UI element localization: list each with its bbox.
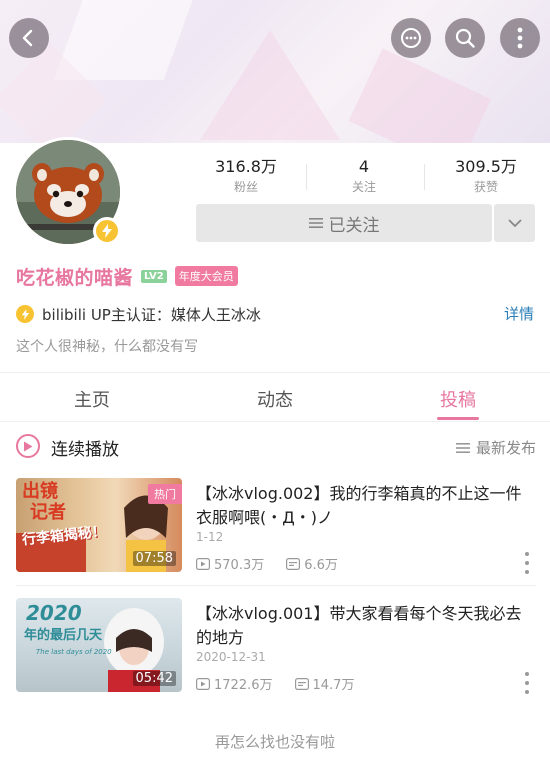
video-stats: 570.3万 6.6万 [196,554,360,573]
video-item[interactable]: 2020 年的最后几天 The last days of 2020 05:42 … [0,598,550,708]
profile-bio: 这个人很神秘，什么都没有写 [16,339,198,355]
fans-label: 粉丝 [233,180,258,194]
fans-count: 316.8万 [215,157,277,176]
stat-divider [306,164,307,190]
certification-row: bilibili UP主认证：媒体人王冰冰 详情 [16,303,536,325]
more-dot-icon [525,681,529,685]
certification-icon [16,305,34,323]
video-duration: 05:42 [132,671,176,686]
more-dot-icon [525,561,529,565]
more-button[interactable] [500,18,540,58]
danmaku-count: 14.7万 [312,678,355,693]
sort-label: 最新发布 [475,439,536,457]
certification-text: bilibili UP主认证：媒体人王冰冰 [42,305,261,324]
profile-stats: 316.8万 粉丝 4 关注 309.5万 获赞 [196,158,536,198]
fans-stat[interactable]: 316.8万 粉丝 [196,158,296,195]
profile-name: 吃花椒的喵酱 [16,266,134,289]
divider [16,585,536,586]
up-certified-badge [93,217,121,245]
video-date: 2020-12-31 [196,650,266,664]
video-more-button[interactable] [524,672,530,694]
thumbnail-text: 年的最后几天 [24,628,103,643]
more-vertical-icon [517,27,523,49]
continuous-play-label[interactable]: 连续播放 [51,435,119,460]
play-count-icon [196,677,210,690]
hot-badge: 热门 [148,484,182,504]
danmaku-icon [294,677,309,690]
profile-tabs: 主页 动态 投稿 [0,380,550,420]
search-icon [455,28,475,48]
views-count: 1722.6万 [214,678,273,693]
avatar[interactable] [13,137,123,247]
vip-badge[interactable]: 年度大会员 [174,266,238,286]
thumbnail-text: 出镜 [22,481,58,502]
play-icon [24,441,33,451]
banner-decoration [200,30,340,140]
video-item[interactable]: 出镜 记者 行李箱揭秘！ 热门 07:58 【冰冰vlog.002】我的行李箱真… [0,478,550,588]
lightning-icon [102,224,112,238]
video-thumbnail[interactable]: 出镜 记者 行李箱揭秘！ 热门 07:58 [16,478,182,572]
message-button[interactable] [391,18,431,58]
danmaku-stat: 14.7万 [294,674,355,693]
more-dot-icon [525,552,529,556]
likes-stat[interactable]: 309.5万 获赞 [436,158,536,195]
views-stat: 570.3万 [196,554,264,573]
following-stat[interactable]: 4 关注 [314,158,414,195]
follow-dropdown-button[interactable] [494,204,535,242]
thumbnail-text: 记者 [30,502,66,523]
profile-name-row: 吃花椒的喵酱 LV2 年度大会员 [16,262,238,290]
following-count: 4 [358,157,370,176]
sort-icon [455,442,470,453]
danmaku-icon [286,557,301,570]
back-button[interactable] [9,18,49,58]
likes-label: 获赞 [473,180,498,194]
stat-divider [424,164,425,190]
divider [0,421,550,422]
play-count-icon [196,557,210,570]
video-duration: 07:58 [132,551,176,566]
followed-button[interactable]: 已关注 [196,204,492,242]
play-all-button[interactable] [16,434,40,458]
banner-decoration [348,48,492,143]
active-tab-indicator [437,417,479,420]
followed-button-label: 已关注 [328,215,380,236]
tab-home[interactable]: 主页 [32,386,152,412]
menu-lines-icon [308,218,323,228]
video-more-button[interactable] [524,552,530,574]
views-count: 570.3万 [214,558,265,573]
message-dots-icon [401,28,421,48]
thumbnail-text: 2020 [26,601,82,625]
video-title[interactable]: 【冰冰vlog.001】带大家看看每个冬天我必去的地方 [196,602,530,650]
back-arrow-icon [22,29,33,47]
more-dot-icon [525,690,529,694]
danmaku-stat: 6.6万 [286,554,338,573]
detail-link[interactable]: 详情 [504,303,534,324]
views-stat: 1722.6万 [196,674,273,693]
divider [0,372,550,373]
likes-count: 309.5万 [455,157,517,176]
thumbnail-text: The last days of 2020 [36,648,112,656]
playlist-bar: 连续播放 最新发布 [0,425,550,469]
video-title[interactable]: 【冰冰vlog.002】我的行李箱真的不止这一件衣服啊喂(・Д・)ノ [196,482,530,530]
video-stats: 1722.6万 14.7万 [196,674,376,693]
sort-button[interactable]: 最新发布 [455,437,536,458]
video-date: 1-12 [196,530,224,544]
video-thumbnail[interactable]: 2020 年的最后几天 The last days of 2020 05:42 [16,598,182,692]
search-button[interactable] [445,18,485,58]
danmaku-count: 6.6万 [304,558,338,573]
lightning-icon [21,308,29,320]
tab-dynamic[interactable]: 动态 [215,386,335,412]
tab-posts[interactable]: 投稿 [398,386,518,412]
more-dot-icon [525,570,529,574]
level-badge: LV2 [141,269,167,283]
more-dot-icon [525,672,529,676]
following-label: 关注 [351,180,376,194]
end-of-list-message: 再怎么找也没有啦 [214,733,335,751]
chevron-down-icon [507,219,522,228]
